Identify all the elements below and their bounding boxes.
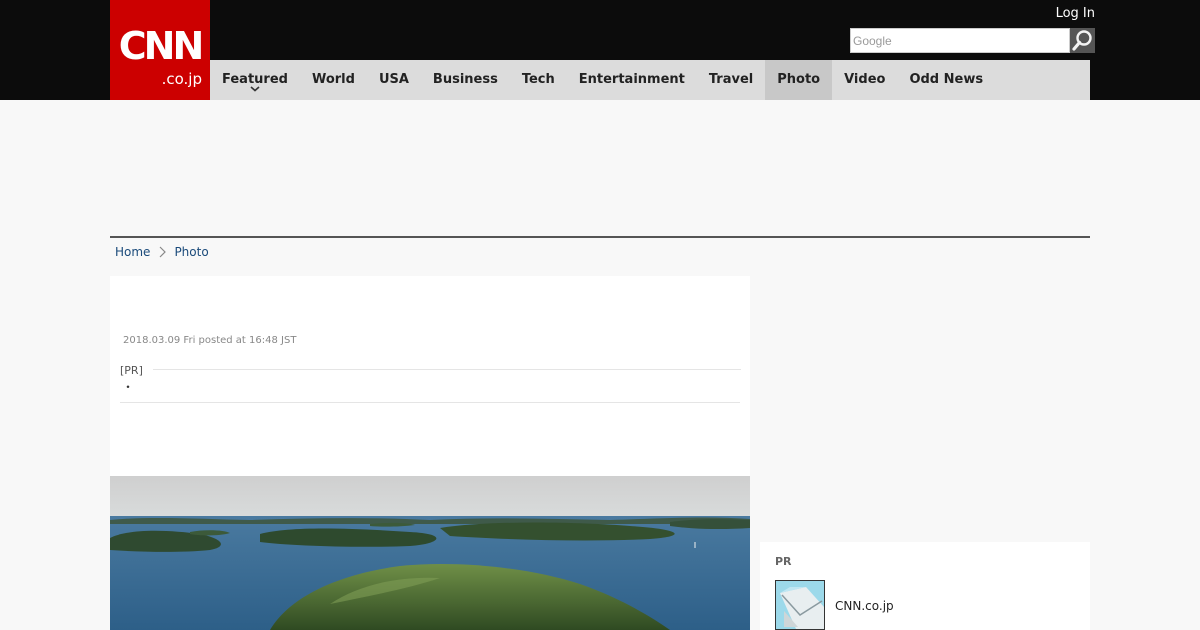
pr-text-link[interactable]: ・ (122, 380, 134, 394)
logo-domain: .co.jp (161, 70, 202, 88)
breadcrumb: Home Photo (115, 244, 209, 260)
pr-label: [PR] (120, 364, 153, 377)
chevron-right-icon (160, 246, 167, 258)
main-nav: Featured World USA Business Tech Enterta… (210, 60, 1090, 100)
chevron-down-icon (250, 86, 260, 92)
nav-item-travel[interactable]: Travel (697, 60, 765, 100)
archipelago-photo (110, 476, 750, 630)
article-date: 2018.03.09 Fri posted at 16:48 JST (123, 335, 297, 346)
nav-item-label: Entertainment (578, 72, 685, 87)
breadcrumb-home[interactable]: Home (115, 245, 150, 259)
nav-item-label: Photo (777, 72, 821, 87)
sidebar-pr-title: PR (775, 555, 792, 568)
nav-item-odd-news[interactable]: Odd News (897, 60, 995, 100)
article-card: 2018.03.09 Fri posted at 16:48 JST [PR] … (110, 276, 750, 630)
nav-item-featured[interactable]: Featured (210, 60, 300, 100)
sidebar-thumbnail[interactable] (775, 580, 825, 630)
thumbnail-image (776, 581, 824, 629)
login-link[interactable]: Log In (1040, 6, 1095, 22)
nav-item-label: Travel (708, 72, 754, 87)
nav-item-world[interactable]: World (300, 60, 367, 100)
nav-item-entertainment[interactable]: Entertainment (567, 60, 697, 100)
search-input[interactable] (850, 28, 1070, 53)
nav-item-label: Video (844, 72, 886, 87)
nav-item-business[interactable]: Business (421, 60, 510, 100)
search-button[interactable] (1070, 28, 1095, 53)
logo-text: CNN (118, 24, 205, 68)
article-photo (110, 476, 750, 630)
breadcrumb-photo[interactable]: Photo (174, 245, 208, 259)
magnifier-icon (1072, 30, 1092, 51)
nav-item-label: USA (378, 72, 409, 87)
nav-item-tech[interactable]: Tech (510, 60, 567, 100)
nav-item-label: World (311, 72, 355, 87)
nav-item-usa[interactable]: USA (367, 60, 421, 100)
nav-item-label: Tech (521, 72, 555, 87)
sidebar-pr-link[interactable]: CNN.co.jp (835, 599, 894, 613)
nav-item-video[interactable]: Video (832, 60, 897, 100)
pr-bottom-divider (120, 402, 740, 403)
pr-divider (153, 369, 741, 370)
sidebar-pr-box: PR CNN.co.jp (760, 542, 1090, 630)
nav-item-label: Odd News (909, 72, 984, 87)
nav-item-photo[interactable]: Photo (765, 60, 833, 100)
cnn-logo[interactable]: CNN .co.jp (110, 0, 210, 100)
nav-item-label: Business (432, 72, 498, 87)
ad-divider (110, 236, 1090, 238)
